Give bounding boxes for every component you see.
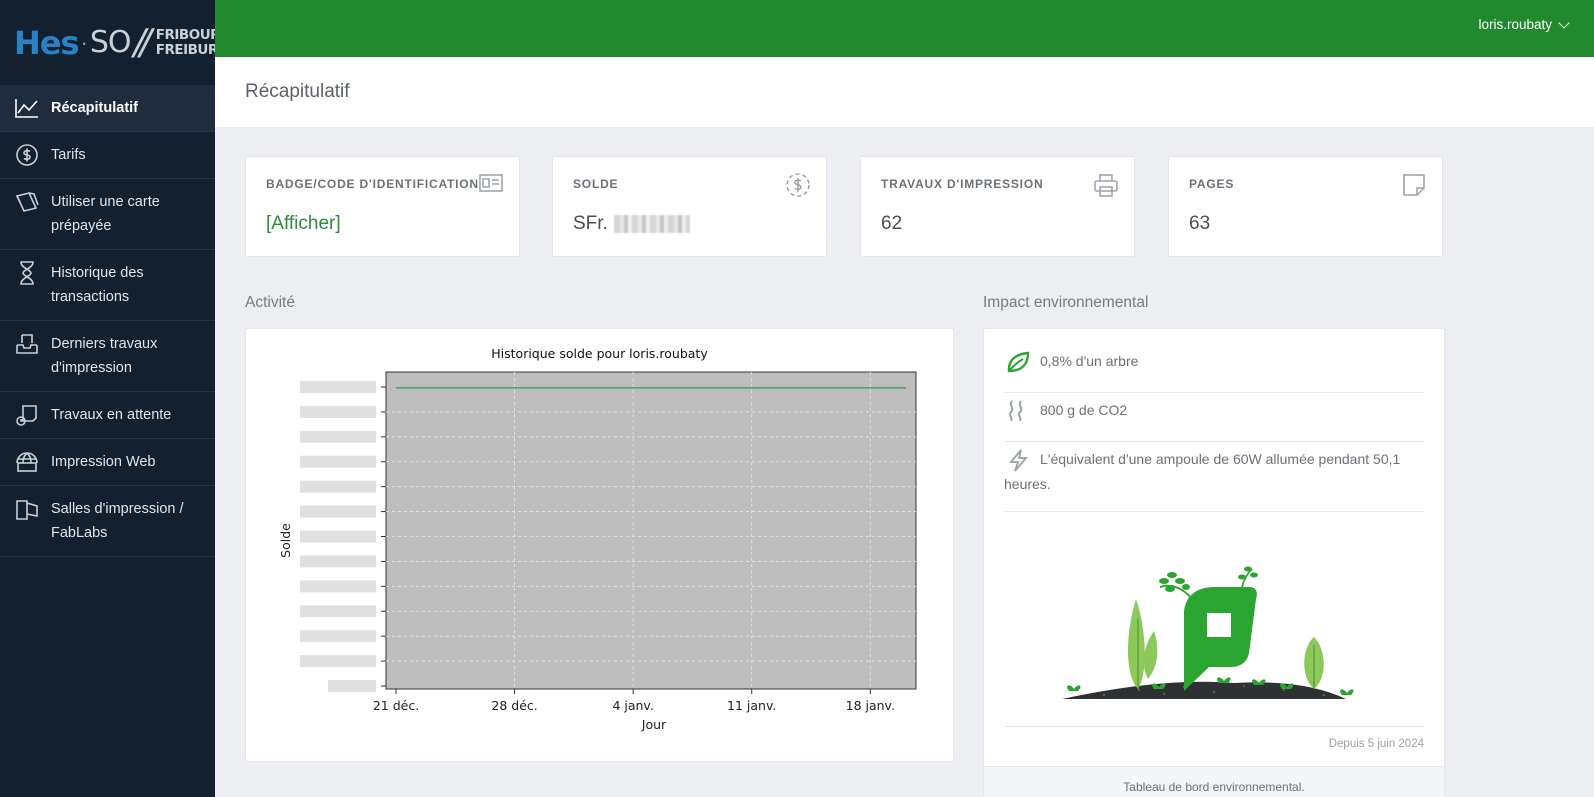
balance-currency: SFr. [573, 213, 608, 234]
top-bar: loris.roubaty [215, 0, 1594, 57]
user-menu[interactable]: loris.roubaty [1478, 16, 1570, 32]
page-header: Récapitulatif [215, 57, 1594, 127]
sidebar-item-label: Derniers travaux d'impression [51, 336, 158, 376]
sidebar-item-label: Récapitulatif [51, 100, 139, 116]
balance-history-chart: 21 déc. 28 déc. 4 janv. 11 janv. 18 janv. Jou… [278, 371, 917, 732]
redacted-y-tick-label [328, 680, 376, 692]
env-item-tree: 0,8% d'un arbre [1004, 345, 1424, 393]
line-chart-icon [14, 96, 40, 120]
redacted-y-tick-label [300, 605, 376, 618]
room-flag-icon [14, 497, 40, 521]
redacted-y-tick-label [300, 455, 376, 468]
printer-icon [1092, 171, 1120, 199]
redacted-y-tick-label [300, 430, 376, 443]
stat-label: TRAVAUX D'IMPRESSION [881, 177, 1044, 191]
redacted-y-tick-label [300, 480, 376, 493]
sidebar-item-impression-web[interactable]: Impression Web [0, 439, 215, 486]
show-badge-link[interactable]: [Afficher] [266, 213, 341, 234]
logo-slash: // [133, 22, 152, 63]
sidebar-item-label: Utiliser une carte prépayée [51, 194, 160, 234]
section-title-environment: Impact environnemental [983, 294, 1149, 311]
stat-card-travaux: TRAVAUX D'IMPRESSION 62 [860, 156, 1135, 257]
stat-label: SOLDE [573, 177, 619, 191]
environment-illustration [1062, 566, 1354, 699]
printer-pending-icon [14, 403, 40, 427]
sidebar-item-tarifs[interactable]: Tarifs [0, 132, 215, 179]
redacted-y-tick-label [300, 381, 376, 393]
sidebar-item-label: Salles d'impression / FabLabs [51, 501, 184, 541]
stat-card-pages: PAGES 63 [1168, 156, 1443, 257]
redacted-balance [613, 214, 690, 233]
sidebar: Hes · SO // FRIBOURG FREIBURG Récapitula… [0, 0, 231, 797]
env-item-text: 0,8% d'un arbre [1040, 353, 1139, 369]
sidebar-item-label: Tarifs [51, 147, 86, 163]
sidebar-item-label: Impression Web [51, 454, 156, 470]
page-icon [1400, 171, 1428, 199]
chevron-down-icon [1558, 16, 1570, 29]
env-item-energy: L'équivalent d'une ampoule de 60W allumé… [1004, 442, 1424, 512]
username: loris.roubaty [1478, 17, 1552, 32]
redacted-y-tick-label [300, 555, 376, 568]
steam-icon [1004, 399, 1032, 423]
redacted-y-tick-label [300, 405, 376, 418]
leaf-icon [1004, 350, 1032, 374]
stat-card-badge: BADGE/CODE D'IDENTIFICATION [Afficher] [245, 156, 520, 257]
lightning-icon [1004, 448, 1032, 472]
sidebar-item-travaux-attente[interactable]: Travaux en attente [0, 392, 215, 439]
stat-label: BADGE/CODE D'IDENTIFICATION [266, 177, 479, 191]
section-title-activity: Activité [245, 294, 295, 311]
hourglass-icon [14, 261, 40, 285]
x-tick-label: 28 déc. [491, 698, 537, 713]
logo-dot: · [80, 29, 88, 55]
environment-card: 0,8% d'un arbre 800 g de CO2 L'équivalen… [983, 328, 1445, 797]
x-axis-label: Jour [641, 717, 667, 732]
logo-hes: Hes [14, 23, 80, 62]
sidebar-item-historique-transactions[interactable]: Historique des transactions [0, 250, 215, 321]
stat-value: SFr. [573, 213, 690, 235]
stat-value: 63 [1189, 213, 1211, 234]
sidebar-item-label: Travaux en attente [51, 407, 172, 423]
env-dashboard-link-text[interactable]: Tableau de bord environnemental. [1123, 780, 1304, 794]
globe-print-icon [14, 450, 40, 474]
redacted-y-tick-label [300, 655, 376, 668]
sidebar-item-carte-prepayee[interactable]: Utiliser une carte prépayée [0, 179, 215, 250]
logo-so: SO [89, 25, 132, 60]
x-tick-label: 4 janv. [612, 698, 653, 713]
env-divider [1004, 726, 1424, 727]
hes-so-logo[interactable]: Hes · SO // FRIBOURG FREIBURG [0, 0, 231, 85]
cards-icon [14, 190, 40, 214]
redacted-y-tick-label [300, 530, 376, 543]
sidebar-item-label: Historique des transactions [51, 265, 144, 305]
page-title: Récapitulatif [245, 81, 350, 102]
x-tick-label: 11 janv. [727, 698, 776, 713]
env-dashboard-link[interactable]: Tableau de bord environnemental. [984, 766, 1444, 797]
id-card-icon [477, 171, 505, 199]
dollar-dashed-circle-icon [784, 171, 812, 199]
x-tick-label: 21 déc. [373, 698, 419, 713]
env-item-text: 800 g de CO2 [1040, 402, 1128, 418]
sidebar-item-salles-impression[interactable]: Salles d'impression / FabLabs [0, 486, 215, 557]
y-axis-label: Solde [278, 523, 293, 558]
redacted-y-tick-label [300, 580, 376, 593]
plot-area [385, 371, 917, 690]
env-item-co2: 800 g de CO2 [1004, 393, 1424, 442]
stat-label: PAGES [1189, 177, 1235, 191]
inbox-tray-icon [14, 332, 40, 356]
stat-value: [Afficher] [266, 213, 341, 235]
activity-chart-card: Historique solde pour loris.roubaty 21 d… [245, 328, 954, 762]
redacted-y-tick-label [300, 630, 376, 643]
dollar-circle-icon [14, 143, 40, 167]
env-since-date: Depuis 5 juin 2024 [1328, 738, 1424, 750]
stat-value: 62 [881, 213, 903, 234]
env-item-text: L'équivalent d'une ampoule de 60W allumé… [1004, 451, 1401, 493]
stat-card-solde: SOLDE SFr. [552, 156, 827, 257]
redacted-y-tick-label [300, 505, 376, 518]
sidebar-item-recapitulatif[interactable]: Récapitulatif [0, 85, 215, 132]
x-tick-label: 18 janv. [846, 698, 895, 713]
sidebar-item-derniers-travaux[interactable]: Derniers travaux d'impression [0, 321, 215, 392]
